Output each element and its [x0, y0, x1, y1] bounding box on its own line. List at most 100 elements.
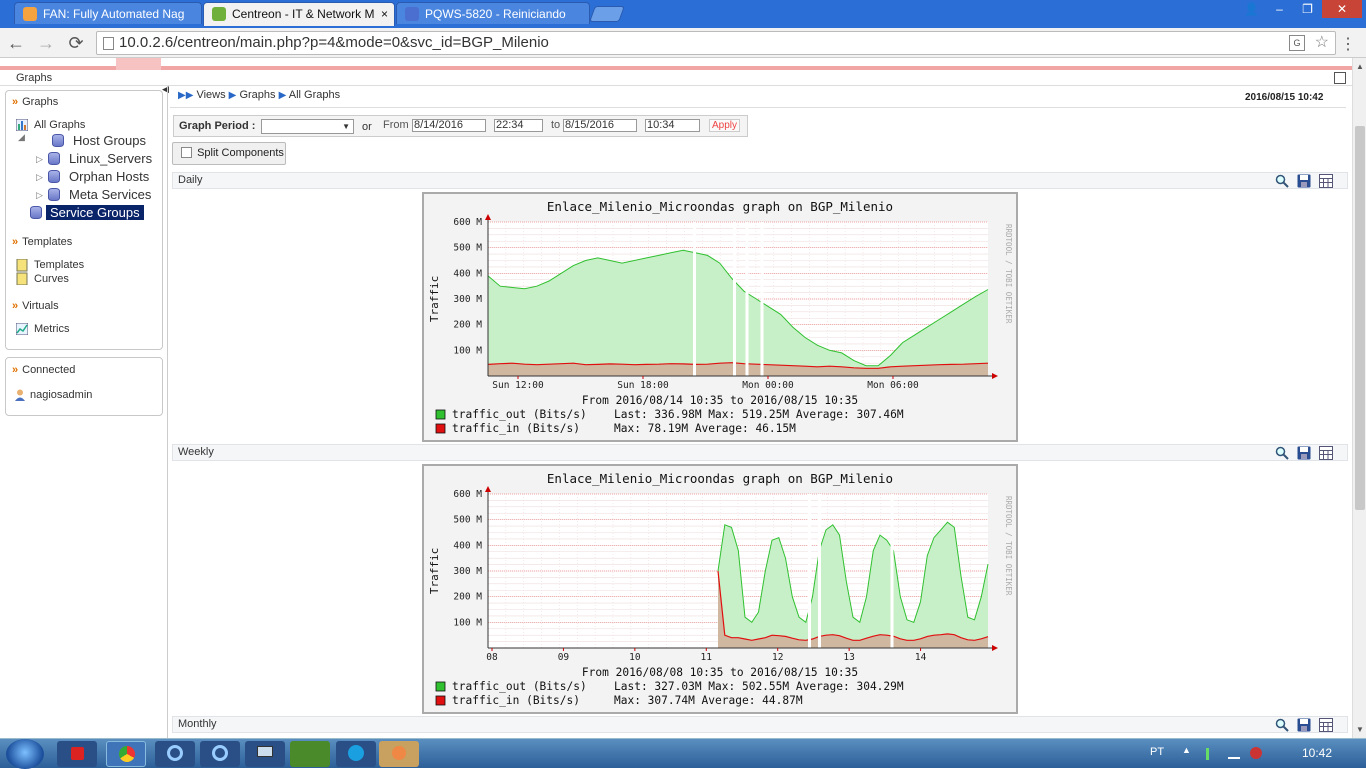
range-text: From 2016/08/14 10:35 to 2016/08/15 10:3… — [582, 394, 858, 407]
system-tray: PT ▲ 10:42 — [1126, 739, 1366, 769]
computer-taskbar-icon[interactable] — [245, 741, 285, 767]
save-icon[interactable] — [1297, 718, 1311, 732]
start-button[interactable] — [6, 739, 44, 769]
service-groups-icon — [30, 206, 42, 219]
sidebar-item-metrics[interactable]: Metrics — [34, 323, 69, 335]
from-date-input[interactable]: 8/14/2016 — [412, 119, 486, 132]
reload-button[interactable]: ⟳ — [64, 31, 88, 55]
legend-series-name: traffic_in (Bits/s) — [452, 694, 580, 707]
browser-tabbar: FAN: Fully Automated Nag Centreon - IT &… — [0, 0, 1366, 28]
language-indicator[interactable]: PT — [1150, 746, 1164, 758]
x-axis-arrow — [992, 645, 998, 651]
x-tick-label: Mon 00:00 — [742, 380, 794, 391]
graph-period-select[interactable]: ▼ — [261, 119, 354, 134]
url-text: 10.0.2.6/centreon/main.php?p=4&mode=0&sv… — [119, 34, 549, 51]
taskbar-app-icon[interactable] — [57, 741, 97, 767]
x-tick-label: Sun 12:00 — [492, 380, 544, 391]
x-tick-label: 09 — [558, 652, 570, 663]
tab-fan[interactable]: FAN: Fully Automated Nag — [14, 2, 202, 24]
flag-icon[interactable] — [1206, 748, 1209, 760]
x-tick-label: 11 — [701, 652, 713, 663]
range-text: From 2016/08/08 10:35 to 2016/08/15 10:3… — [582, 666, 858, 679]
volume-muted-icon[interactable] — [1250, 747, 1262, 759]
centreon-top-menu — [0, 58, 1352, 70]
weekly-band: Weekly — [172, 444, 1348, 461]
zoom-icon[interactable] — [1275, 174, 1289, 188]
daily-graph[interactable]: Enlace_Milenio_Microondas graph on BGP_M… — [422, 192, 1018, 442]
skype-taskbar-icon[interactable] — [336, 741, 376, 767]
save-icon[interactable] — [1297, 174, 1311, 188]
app-taskbar-icon[interactable] — [379, 741, 419, 767]
user-icon[interactable]: 👤 — [1238, 0, 1265, 18]
sidebar-splitter[interactable] — [167, 86, 168, 738]
clock[interactable]: 10:42 — [1302, 746, 1332, 760]
breadcrumb-graphs[interactable]: Graphs — [239, 89, 275, 101]
tab-centreon[interactable]: Centreon - IT & Network M × — [203, 2, 395, 26]
y-tick-label: 500 M — [453, 515, 482, 526]
legend-stats: Max: 78.19M Average: 46.15M — [614, 422, 796, 435]
y-tick-label: 300 M — [453, 294, 482, 305]
to-time-input[interactable]: 10:34 — [645, 119, 700, 132]
tree-item-orphan-hosts[interactable]: Orphan Hosts — [69, 169, 149, 184]
breadcrumb-all-graphs[interactable]: All Graphs — [289, 89, 340, 101]
apply-button[interactable]: Apply — [709, 119, 741, 132]
active-menu-item[interactable] — [116, 58, 161, 70]
tree-item-linux-servers[interactable]: Linux_Servers — [69, 151, 152, 166]
tree-item-meta-services[interactable]: Meta Services — [69, 187, 151, 202]
legend-swatch — [435, 423, 446, 434]
tree-item-service-groups[interactable]: Service Groups — [46, 205, 144, 220]
url-input[interactable]: 10.0.2.6/centreon/main.php?p=4&mode=0&sv… — [96, 31, 1336, 55]
breadcrumb-views[interactable]: Views — [196, 89, 225, 101]
collapse-icon[interactable]: ◢ — [18, 132, 25, 143]
new-tab-button[interactable] — [589, 6, 625, 22]
to-label: to — [551, 119, 561, 131]
chrome-taskbar-icon[interactable] — [106, 741, 146, 767]
page-scrollbar[interactable]: ▲ ▼ — [1352, 58, 1366, 738]
app-taskbar-icon[interactable] — [155, 741, 195, 767]
csv-export-icon[interactable] — [1319, 718, 1333, 732]
translate-icon[interactable]: G — [1289, 35, 1305, 51]
current-datetime: 2016/08/15 10:42 — [1245, 92, 1324, 103]
from-time-input[interactable]: 22:34 — [494, 119, 543, 132]
scrollbar-thumb[interactable] — [1355, 126, 1365, 510]
close-window-button[interactable]: ✕ — [1322, 0, 1362, 18]
expand-icon[interactable]: ▷ — [36, 154, 43, 165]
bookmark-star-icon[interactable]: ☆ — [1315, 32, 1329, 54]
windows-taskbar: PT ▲ 10:42 — [0, 738, 1366, 769]
data-gap — [808, 494, 811, 648]
tray-expand-icon[interactable]: ▲ — [1182, 745, 1191, 755]
app-taskbar-icon[interactable] — [200, 741, 240, 767]
back-button[interactable]: ← — [4, 31, 28, 55]
x-tick-label: Mon 06:00 — [867, 380, 919, 391]
sidebar-item-all-graphs[interactable]: All Graphs — [34, 119, 85, 131]
legend-series-name: traffic_out (Bits/s) — [452, 408, 587, 421]
jira-favicon-icon — [405, 7, 419, 21]
tab-close-icon[interactable]: × — [381, 3, 388, 25]
expand-icon[interactable]: ▷ — [36, 190, 43, 201]
expand-icon[interactable]: ▷ — [36, 172, 43, 183]
zoom-icon[interactable] — [1275, 718, 1289, 732]
browser-menu-icon[interactable]: ⋮ — [1340, 34, 1356, 54]
save-icon[interactable] — [1297, 446, 1311, 460]
weekly-graph[interactable]: Enlace_Milenio_Microondas graph on BGP_M… — [422, 464, 1018, 714]
sidebar-item-curves[interactable]: Curves — [34, 273, 69, 285]
minimize-button[interactable]: – — [1266, 0, 1293, 18]
toggle-toolbar-icon[interactable] — [1334, 72, 1346, 84]
legend-stats: Last: 327.03M Max: 502.55M Average: 304.… — [614, 680, 904, 693]
legend-swatch — [435, 695, 446, 706]
split-components-button[interactable]: Split Components — [172, 142, 286, 165]
to-date-input[interactable]: 8/15/2016 — [563, 119, 637, 132]
y-tick-label: 400 M — [453, 268, 482, 279]
tab-pqws[interactable]: PQWS-5820 - Reiniciando — [396, 2, 590, 24]
vigo-taskbar-icon[interactable] — [290, 741, 330, 767]
csv-export-icon[interactable] — [1319, 174, 1333, 188]
forward-button[interactable]: → — [34, 31, 58, 55]
sidebar-item-templates[interactable]: Templates — [34, 259, 84, 271]
tree-item-host-groups[interactable]: Host Groups — [73, 133, 146, 148]
section-label: Graphs — [16, 72, 53, 84]
maximize-button[interactable]: ❐ — [1294, 0, 1321, 18]
network-icon[interactable] — [1228, 747, 1240, 759]
csv-export-icon[interactable] — [1319, 446, 1333, 460]
zoom-icon[interactable] — [1275, 446, 1289, 460]
x-tick-label: 13 — [843, 652, 854, 663]
